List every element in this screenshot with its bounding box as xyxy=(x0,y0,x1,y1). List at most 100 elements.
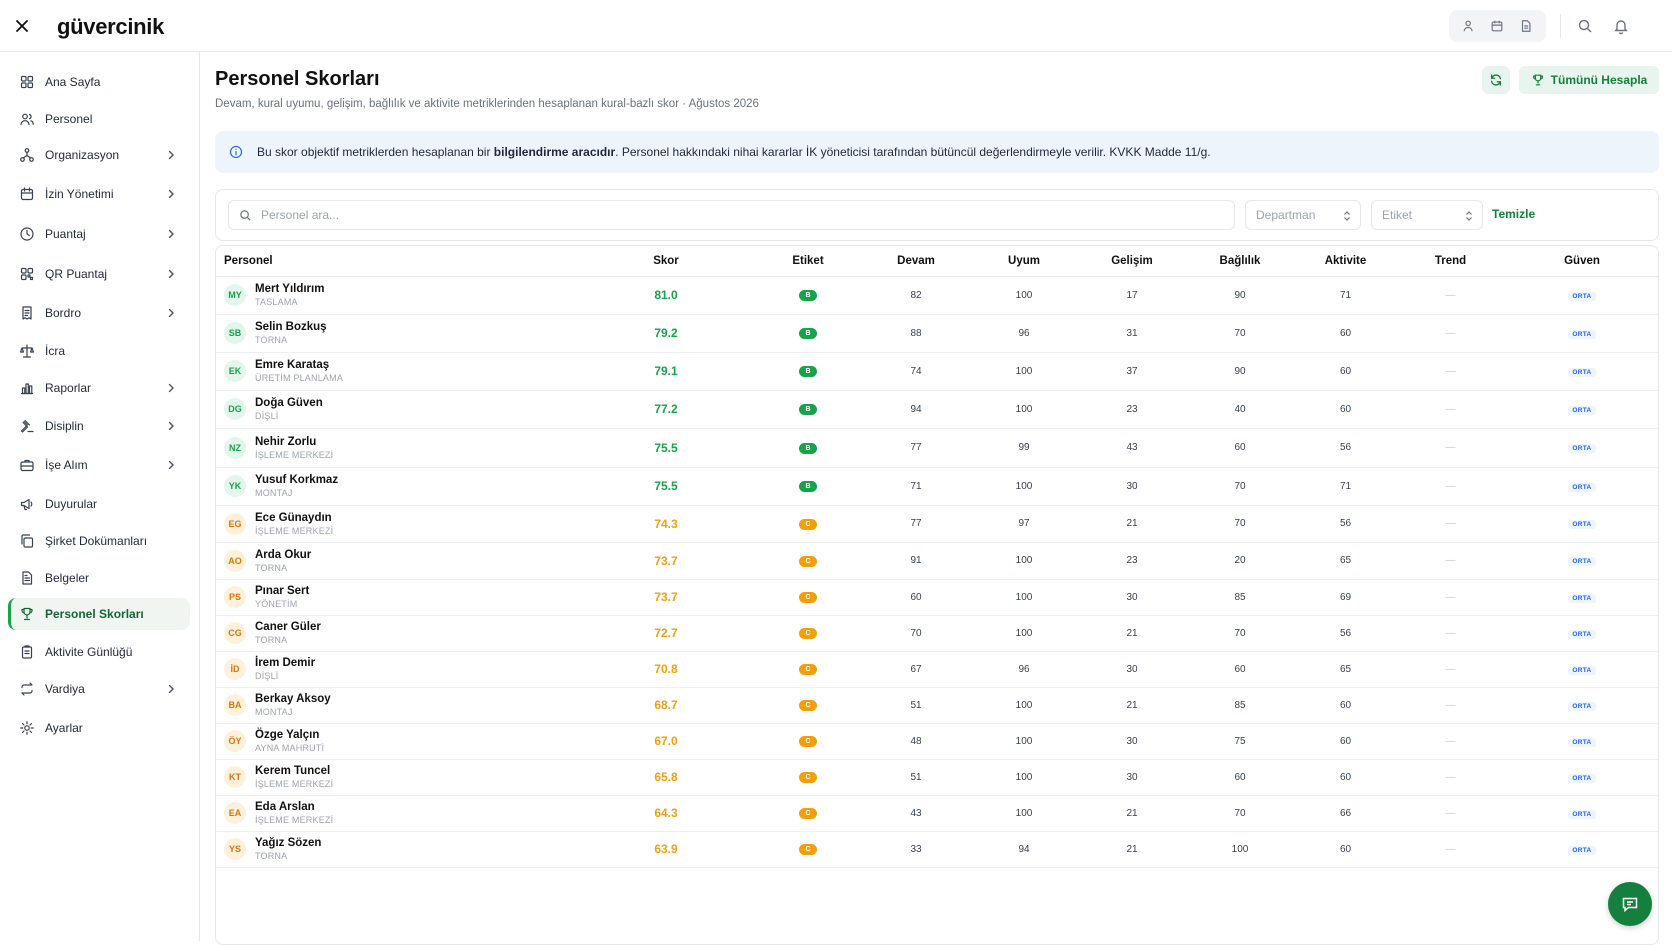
cell-aktivite: 65 xyxy=(1294,542,1397,580)
sidebar-item-puantaj[interactable]: Puantaj xyxy=(8,218,190,250)
cell-etiket: C xyxy=(754,687,862,724)
column-header-skor[interactable]: Skor xyxy=(578,246,754,277)
column-header-trend[interactable]: Trend xyxy=(1397,246,1504,277)
chevron-right-icon[interactable] xyxy=(164,267,178,281)
search-icon[interactable] xyxy=(1575,16,1595,36)
sidebar: Ana Sayfa Personel Organizasyon İzin Yöneti… xyxy=(0,52,200,941)
calendar-icon[interactable] xyxy=(1487,16,1507,36)
sidebar-item-i-cra[interactable]: İcra xyxy=(8,335,190,367)
person-name[interactable]: Emre Karataş xyxy=(255,358,343,372)
chat-button[interactable] xyxy=(1608,882,1652,926)
person-name[interactable]: Arda Okur xyxy=(255,548,311,562)
sidebar-item-bordro[interactable]: Bordro xyxy=(8,297,190,329)
column-header-devam[interactable]: Devam xyxy=(862,246,970,277)
person-name[interactable]: Kerem Tuncel xyxy=(255,764,333,778)
person-name[interactable]: Ece Günaydın xyxy=(255,511,333,525)
table-row[interactable]: İD İrem Demir DİŞLİ 70.8 C 67 96 30 60 65 — ORTA xyxy=(216,651,1658,688)
table-row[interactable]: KT Kerem Tuncel İŞLEME MERKEZİ 65.8 C 51 100 30… xyxy=(216,759,1658,796)
sidebar-item-i-zin-yönetimi[interactable]: İzin Yönetimi xyxy=(8,178,190,210)
column-header-aktivite[interactable]: Aktivite xyxy=(1294,246,1397,277)
avatar: YK xyxy=(224,475,246,497)
cell-devam: 33 xyxy=(862,831,970,868)
person-name[interactable]: İrem Demir xyxy=(255,656,315,670)
cell-etiket: B xyxy=(754,390,862,429)
column-header-etiket[interactable]: Etiket xyxy=(754,246,862,277)
sidebar-item-personel[interactable]: Personel xyxy=(8,103,190,135)
table-row[interactable]: AO Arda Okur TORNA 73.7 C 91 100 23 20 65 — ORTA xyxy=(216,542,1658,580)
person-name[interactable]: Berkay Aksoy xyxy=(255,692,331,706)
sidebar-item-duyurular[interactable]: Duyurular xyxy=(8,488,190,520)
table-row[interactable]: ÖY Özge Yalçın AYNA MAHRUTİ 67.0 C 48 100 30 75 6… xyxy=(216,723,1658,760)
person-name[interactable]: Selin Bozkuş xyxy=(255,320,327,334)
sidebar-item-ayarlar[interactable]: Ayarlar xyxy=(8,712,190,744)
person-name[interactable]: Yusuf Korkmaz xyxy=(255,473,338,487)
sidebar-item-belgeler[interactable]: Belgeler xyxy=(8,562,190,594)
table-row[interactable]: BA Berkay Aksoy MONTAJ 68.7 C 51 100 21 85 60 — ORT… xyxy=(216,687,1658,724)
cell-gelisim: 17 xyxy=(1078,276,1186,315)
person-info: Eda Arslan İŞLEME MERKEZİ xyxy=(255,800,333,826)
chevron-right-icon[interactable] xyxy=(164,148,178,162)
cell-devam: 74 xyxy=(862,352,970,391)
clear-filters-button[interactable]: Temizle xyxy=(1492,207,1535,221)
person-name[interactable]: Doğa Güven xyxy=(255,396,323,410)
person-name[interactable]: Yağız Sözen xyxy=(255,836,321,850)
score-value: 79.1 xyxy=(654,364,678,378)
bell-icon[interactable] xyxy=(1611,16,1631,36)
user-add-icon[interactable] xyxy=(1459,16,1479,36)
table-row[interactable]: EG Ece Günaydın İŞLEME MERKEZİ 74.3 C 77 97 21 7… xyxy=(216,505,1658,543)
chevron-right-icon[interactable] xyxy=(164,227,178,241)
sidebar-item-ana-sayfa[interactable]: Ana Sayfa xyxy=(8,66,190,98)
column-header-personel[interactable]: Personel xyxy=(216,246,578,277)
chevron-right-icon[interactable] xyxy=(164,381,178,395)
person-name[interactable]: Özge Yalçın xyxy=(255,728,324,742)
calculate-all-button[interactable]: Tümünü Hesapla xyxy=(1519,66,1659,94)
cell-guven: ORTA xyxy=(1504,615,1658,652)
table-row[interactable]: EA Eda Arslan İŞLEME MERKEZİ 64.3 C 43 100 21 70… xyxy=(216,795,1658,832)
table-row[interactable]: MY Mert Yıldırım TASLAMA 81.0 B 82 100 17 90 71 — O… xyxy=(216,276,1658,315)
column-header-uyum[interactable]: Uyum xyxy=(970,246,1078,277)
column-header-guven[interactable]: Güven xyxy=(1504,246,1658,277)
table-row[interactable]: CG Caner Güler TORNA 72.7 C 70 100 21 70 56— ORTA xyxy=(216,615,1658,652)
column-header-baglilik[interactable]: Bağlılık xyxy=(1186,246,1294,277)
cell-gelisim: 23 xyxy=(1078,542,1186,580)
table-row[interactable]: SB Selin Bozkuş TORNA 79.2 B 88 96 31 70 60 — ORTA xyxy=(216,314,1658,353)
tag-select[interactable]: Etiket xyxy=(1371,200,1483,230)
close-icon[interactable] xyxy=(12,16,32,36)
column-header-gelisim[interactable]: Gelişim xyxy=(1078,246,1186,277)
person-info: Özge Yalçın AYNA MAHRUTİ xyxy=(255,728,324,754)
chevron-right-icon[interactable] xyxy=(164,458,178,472)
sidebar-item-disiplin[interactable]: Disiplin xyxy=(8,410,190,442)
person-name[interactable]: Caner Güler xyxy=(255,620,321,634)
cell-baglilik: 70 xyxy=(1186,795,1294,832)
table-row[interactable]: PS Pınar Sert YÖNETİM 73.7 C 60 100 30 85 69 — ORTA xyxy=(216,579,1658,616)
sidebar-item-aktivite-günlüğü[interactable]: Aktivite Günlüğü xyxy=(8,636,190,668)
refresh-button[interactable] xyxy=(1482,66,1510,94)
sidebar-item-şirket-dokümanları[interactable]: Şirket Dokümanları xyxy=(8,525,190,557)
chevron-right-icon[interactable] xyxy=(164,419,178,433)
person-name[interactable]: Eda Arslan xyxy=(255,800,333,814)
search-input[interactable] xyxy=(261,208,1161,222)
sidebar-item-personel-skorları[interactable]: Personel Skorları xyxy=(8,598,190,630)
document-icon[interactable] xyxy=(1516,16,1536,36)
sidebar-item-organizasyon[interactable]: Organizasyon xyxy=(8,139,190,171)
table-row[interactable]: EK Emre Karataş ÜRETİM PLANLAMA 79.1 B 74 100 3… xyxy=(216,352,1658,391)
sidebar-item-raporlar[interactable]: Raporlar xyxy=(8,372,190,404)
table-row[interactable]: YS Yağız Sözen TORNA 63.9 C 33 94 21 100 60 — ORTA xyxy=(216,831,1658,868)
sidebar-item-qr-puantaj[interactable]: QR Puantaj xyxy=(8,258,190,290)
table-row[interactable]: DG Doğa Güven DİŞLİ 77.2 B 94 100 23 40 60 — ORTA xyxy=(216,390,1658,429)
chevron-right-icon[interactable] xyxy=(164,187,178,201)
person-name[interactable]: Mert Yıldırım xyxy=(255,282,324,296)
tag-badge: B xyxy=(799,404,817,415)
chevron-right-icon[interactable] xyxy=(164,682,178,696)
cell-uyum: 96 xyxy=(970,651,1078,688)
cell-baglilik: 60 xyxy=(1186,759,1294,796)
table-row[interactable]: NZ Nehir Zorlu İŞLEME MERKEZİ 75.5 B 77 99 43 60… xyxy=(216,428,1658,468)
sidebar-item-vardiya[interactable]: Vardiya xyxy=(8,673,190,705)
person-name[interactable]: Nehir Zorlu xyxy=(255,435,333,449)
person-name[interactable]: Pınar Sert xyxy=(255,584,309,598)
table-row[interactable]: YK Yusuf Korkmaz MONTAJ 75.5 B 71 100 30 70 71— OR… xyxy=(216,467,1658,506)
app-logo[interactable]: güvercinik xyxy=(57,14,164,40)
sidebar-item-i-şe-alım[interactable]: İşe Alım xyxy=(8,449,190,481)
department-select[interactable]: Departman xyxy=(1245,200,1361,230)
chevron-right-icon[interactable] xyxy=(164,306,178,320)
